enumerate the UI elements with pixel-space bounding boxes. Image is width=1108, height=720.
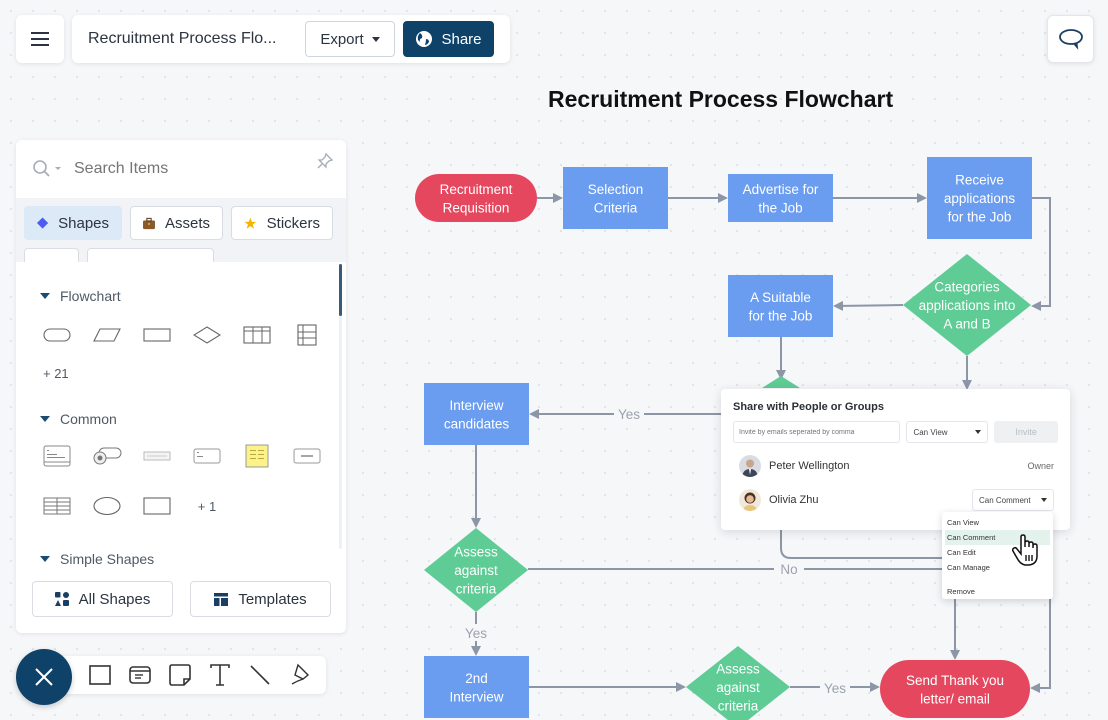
e-loop[interactable] [780, 530, 942, 559]
node-label: Assess [716, 662, 760, 677]
hand-cursor-icon [1012, 534, 1038, 566]
node-suitable[interactable]: A Suitable for the Job [728, 275, 833, 337]
node-label: Requisition [443, 200, 510, 215]
share-dialog: Share with People or Groups Can View Inv… [721, 389, 1070, 530]
node-thankyou[interactable]: Send Thank you letter/ email [880, 660, 1030, 718]
invite-button[interactable]: Invite [994, 421, 1058, 443]
shared-person-row: Olivia Zhu Can Comment [733, 489, 1058, 511]
node-advertise[interactable]: Advertise for the Job [728, 174, 833, 222]
node-label: criteria [456, 582, 497, 597]
node-shape [728, 275, 833, 337]
node-assess2[interactable]: Assess against criteria [686, 646, 790, 720]
edge-label-yes2: Yes [465, 626, 487, 641]
node-label: Receive [955, 173, 1004, 188]
edge-label-no: No [780, 562, 797, 577]
caret-down-icon [975, 430, 982, 434]
decision-node-partial[interactable] [762, 376, 800, 388]
node-shape [424, 656, 529, 718]
node-label: applications [944, 191, 1016, 206]
node-selection[interactable]: Selection Criteria [563, 167, 668, 229]
edge-label-yes1: Yes [618, 407, 640, 422]
node-receive[interactable]: Receive applications for the Job [927, 157, 1032, 239]
dropdown-separator [945, 575, 1050, 584]
avatar [739, 455, 761, 477]
invite-email-input[interactable] [733, 421, 901, 443]
share-dialog-title: Share with People or Groups [733, 401, 884, 413]
node-label: Assess [454, 545, 498, 560]
node-shape [424, 383, 529, 445]
node-label: A and B [943, 317, 990, 332]
node-label: for the Job [749, 308, 813, 323]
node-label: Recruitment [440, 182, 513, 197]
option-remove[interactable]: Remove [945, 584, 1050, 599]
avatar [739, 489, 761, 511]
node-assess1[interactable]: Assess against criteria [424, 528, 528, 612]
node-label: Advertise for [743, 182, 819, 197]
node-label: Send Thank you [906, 673, 1004, 688]
e-rec-cat[interactable] [1031, 197, 1051, 311]
option-can-view[interactable]: Can View [945, 515, 1050, 530]
node-label: criteria [718, 699, 759, 714]
node-label: Interview [449, 398, 503, 413]
person-permission-value: Can Comment [979, 495, 1031, 505]
node-label: applications into [919, 298, 1016, 313]
node-requisition[interactable]: Recruitment Requisition [415, 174, 537, 222]
node-categorize[interactable]: Categories applications into A and B [903, 254, 1031, 356]
node-label: against [716, 680, 760, 695]
caret-down-icon [1041, 498, 1047, 502]
node-interview[interactable]: Interview candidates [424, 383, 529, 445]
node-second[interactable]: 2nd Interview [424, 656, 529, 718]
node-label: Selection [588, 182, 644, 197]
node-label: candidates [444, 416, 510, 431]
node-label: the Job [758, 200, 802, 215]
node-label: Criteria [594, 200, 638, 215]
invite-row: Can View Invite [733, 421, 1058, 443]
node-shape [880, 660, 1030, 718]
shared-person-row: Peter Wellington Owner [733, 455, 1058, 477]
person-name: Peter Wellington [769, 460, 850, 472]
edge-label-yes3: Yes [824, 681, 846, 696]
flowchart-canvas: Recruitment Requisition Selection Criteria A… [415, 157, 1051, 720]
node-label: for the Job [948, 210, 1012, 225]
invite-permission-select[interactable]: Can View [906, 421, 989, 443]
invite-permission-value: Can View [913, 427, 948, 437]
person-role: Owner [1027, 461, 1054, 471]
person-name: Olivia Zhu [769, 494, 819, 506]
node-label: Interview [449, 689, 503, 704]
person-permission-select[interactable]: Can Comment [972, 489, 1054, 511]
node-label: against [454, 563, 498, 578]
node-label: Categories [934, 280, 1000, 295]
e-cat-suit[interactable] [833, 300, 904, 311]
node-shape [563, 167, 668, 229]
node-label: letter/ email [920, 691, 990, 706]
node-label: A Suitable [750, 290, 811, 305]
node-label: 2nd [465, 671, 488, 686]
